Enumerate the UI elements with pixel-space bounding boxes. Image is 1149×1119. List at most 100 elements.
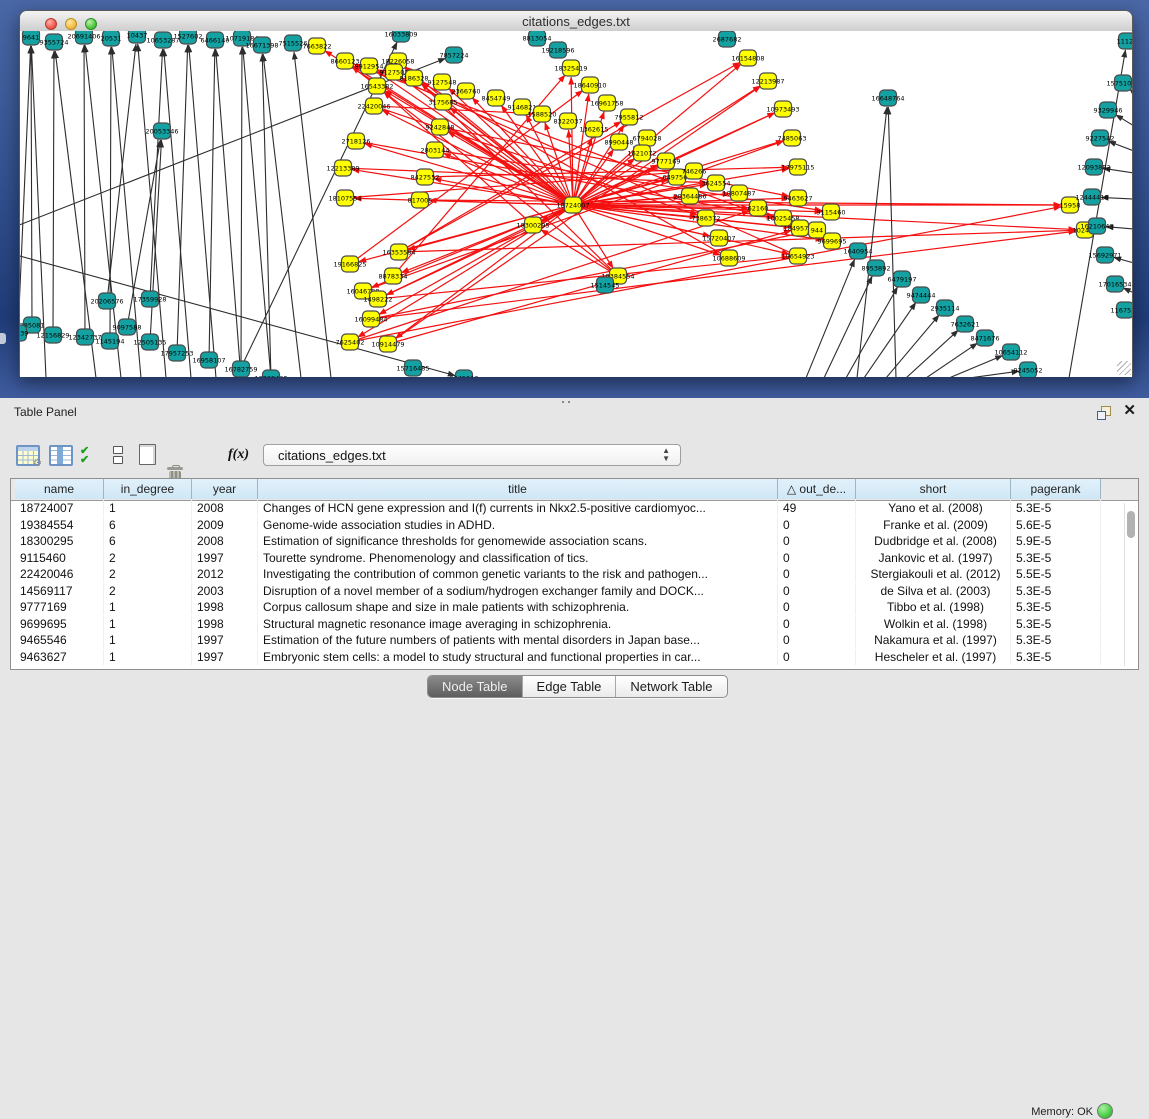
graph-node[interactable]: 8878334	[379, 268, 408, 284]
graph-node[interactable]: 8322037	[554, 113, 583, 129]
table-row[interactable]: 1872400712008Changes of HCN gene express…	[11, 500, 1138, 517]
table-row[interactable]: 1938455462009Genome-wide association stu…	[11, 517, 1138, 534]
graph-node[interactable]: 15716485	[396, 360, 429, 376]
table-row[interactable]: 1456911722003Disruption of a novel membe…	[11, 583, 1138, 600]
graph-node[interactable]: 6794028	[633, 130, 662, 146]
graph-node[interactable]: 9245012	[450, 370, 479, 377]
split-pane-grip[interactable]	[560, 399, 572, 405]
memory-status-dot[interactable]	[1097, 1103, 1113, 1119]
graph-node[interactable]: 7485063	[778, 130, 807, 146]
graph-node[interactable]: 15751074	[1106, 75, 1132, 91]
graph-node[interactable]: 19166825	[333, 256, 366, 272]
graph-node[interactable]: 15692971	[1088, 247, 1121, 263]
graph-node[interactable]: 9227542	[1086, 130, 1115, 146]
table-row[interactable]: 2242004622012Investigating the contribut…	[11, 566, 1138, 583]
graph-node[interactable]: 12923468	[254, 370, 287, 377]
graph-node[interactable]: 944	[809, 222, 826, 238]
graph-node[interactable]: 17975115	[781, 159, 814, 175]
column-header-title[interactable]: title	[258, 479, 778, 499]
column-header-short[interactable]: short	[856, 479, 1011, 499]
collapsed-panel-handle[interactable]	[0, 333, 6, 344]
select-all-columns-icon[interactable]: ✔✔	[80, 447, 88, 465]
table-row[interactable]: 946362711997Embryonic stem cells: a mode…	[11, 649, 1138, 666]
graph-node[interactable]: 10914479	[371, 336, 404, 352]
graph-node[interactable]: 8454749	[482, 90, 511, 106]
scrollbar-thumb[interactable]	[1127, 511, 1135, 538]
graph-node[interactable]: 10437	[127, 31, 148, 43]
graph-node[interactable]: 12213987	[751, 73, 784, 89]
table-select-dropdown[interactable]: citations_edges.txt ▲▼	[263, 444, 681, 466]
graph-node[interactable]: 18107554	[328, 190, 361, 206]
graph-node[interactable]: 12444418	[1075, 189, 1108, 205]
graph-node[interactable]: 12093882	[1077, 159, 1110, 175]
graph-node[interactable]: 8813054	[523, 31, 552, 46]
graph-node[interactable]: 16958107	[192, 352, 225, 368]
graph-node[interactable]: 2718126	[342, 133, 371, 149]
graph-node[interactable]: 3175685	[429, 94, 458, 110]
graph-node[interactable]: 2687682	[713, 31, 742, 47]
column-header-pagerank[interactable]: pagerank	[1011, 479, 1101, 499]
column-header-out_de[interactable]: △ out_de...	[778, 479, 856, 499]
column-header-name[interactable]: name	[15, 479, 104, 499]
function-builder-icon[interactable]: f(x)	[228, 447, 249, 463]
graph-node[interactable]: 11124	[1117, 33, 1132, 49]
graph-node[interactable]: 17359928	[133, 291, 166, 307]
column-header-in_degree[interactable]: in_degree	[104, 479, 192, 499]
table-row[interactable]: 969969511998Structural magnetic resonanc…	[11, 616, 1138, 633]
graph-node[interactable]: 19218596	[541, 42, 574, 58]
graph-node[interactable]: 16154808	[731, 50, 764, 66]
graph-node[interactable]: 2803144	[421, 142, 450, 158]
graph-node[interactable]: 20206576	[90, 293, 123, 309]
graph-node[interactable]: 8471676	[971, 330, 1000, 346]
graph-node[interactable]: 16033809	[384, 31, 417, 42]
graph-node[interactable]: 1362615	[580, 121, 609, 137]
table-row[interactable]: 946554611997Estimation of the future num…	[11, 632, 1138, 649]
graph-node[interactable]: 18325419	[554, 60, 587, 76]
window-resize-grip[interactable]	[1117, 361, 1131, 375]
column-header-year[interactable]: year	[192, 479, 258, 499]
table-row[interactable]: 1830029562008Estimation of significance …	[11, 533, 1138, 550]
graph-node[interactable]: 2935114	[931, 300, 960, 316]
graph-node[interactable]: 16782759	[224, 361, 257, 377]
graph-node[interactable]: 8953892	[862, 260, 891, 276]
select-columns-icon[interactable]	[49, 445, 73, 466]
graph-node[interactable]: 1167534	[1111, 302, 1132, 318]
graph-node[interactable]: 12213389	[326, 160, 359, 176]
graph-node[interactable]: 9463627	[784, 190, 813, 206]
graph-node[interactable]: 18640910	[573, 77, 606, 93]
close-panel-icon[interactable]: ✕	[1123, 403, 1136, 419]
graph-node[interactable]: 20531	[101, 31, 122, 46]
graph-node[interactable]: 9474444	[907, 287, 936, 303]
graph-node[interactable]: 20691406	[67, 31, 100, 44]
graph-node[interactable]: 20053346	[145, 123, 178, 139]
table-row[interactable]: 911546021997Tourette syndrome. Phenomeno…	[11, 550, 1138, 567]
tab-network-table[interactable]: Network Table	[616, 676, 726, 697]
graph-node[interactable]: 7632621	[951, 316, 980, 332]
graph-node[interactable]: 7857224	[440, 47, 469, 63]
float-panel-icon[interactable]	[1097, 406, 1111, 419]
graph-node[interactable]: 16099484	[354, 311, 387, 327]
network-view-window[interactable]: citations_edges.txt 18724007866012389129…	[19, 10, 1133, 377]
row-height-icon[interactable]	[113, 446, 123, 466]
graph-node[interactable]: 9355724	[40, 34, 69, 50]
graph-node[interactable]: 15720407	[702, 230, 735, 246]
graph-node[interactable]: 16648764	[871, 90, 904, 106]
graph-node[interactable]: 62160	[748, 200, 769, 216]
new-column-icon[interactable]	[139, 444, 156, 465]
tab-edge-table[interactable]: Edge Table	[523, 676, 617, 697]
graph-node[interactable]: 10688609	[712, 250, 745, 266]
graph-node[interactable]: 6479197	[888, 271, 917, 287]
citation-network-graph[interactable]: 1872400786601238912954182260589127508818…	[20, 31, 1132, 377]
network-canvas[interactable]: 1872400786601238912954182260589127508818…	[20, 31, 1132, 377]
table-row[interactable]: 977716911998Corpus callosum shape and si…	[11, 599, 1138, 616]
graph-node[interactable]: 16353584	[382, 244, 415, 260]
table-toolbar: ⚙ ✔✔ ✕ f(x) citations_edges.txt ▲▼	[0, 442, 1149, 476]
graph-node[interactable]: 16961758	[590, 95, 623, 111]
tab-node-table[interactable]: Node Table	[428, 676, 523, 697]
window-titlebar[interactable]: citations_edges.txt	[20, 11, 1132, 32]
graph-node[interactable]: 9245052	[1014, 362, 1043, 377]
graph-node[interactable]: 10654112	[994, 344, 1027, 360]
graph-node[interactable]: 9641	[23, 31, 40, 45]
table-settings-icon[interactable]: ⚙	[16, 445, 40, 466]
vertical-scrollbar[interactable]	[1124, 503, 1136, 666]
